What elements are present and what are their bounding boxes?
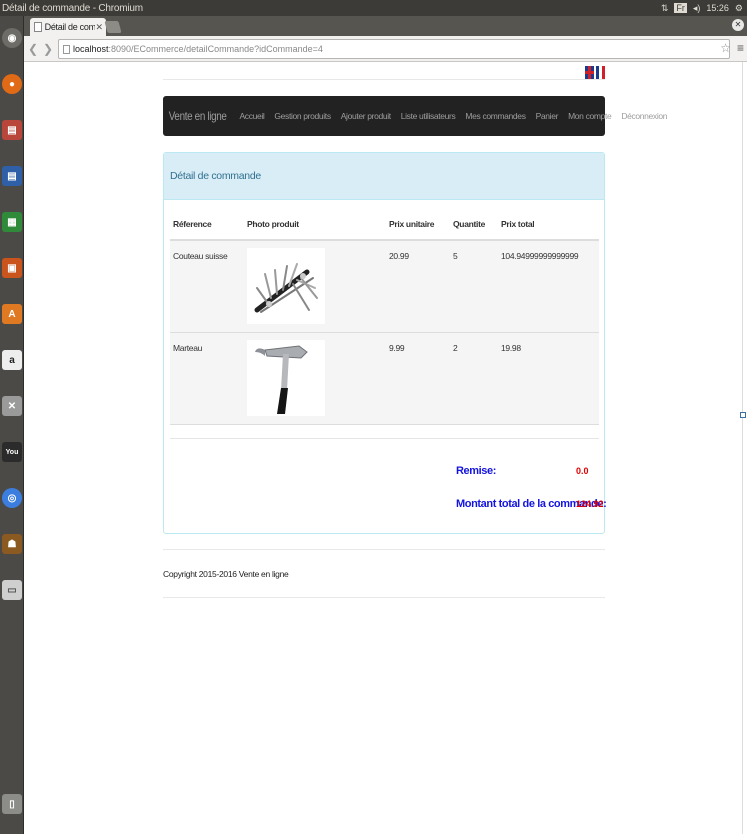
tab-strip: Détail de commande ✕ ✕ bbox=[24, 16, 747, 36]
table-header-row: Réference Photo produit Prix unitaire Qu… bbox=[170, 209, 599, 241]
table-row: Marteau 9.99 2 19.98 bbox=[170, 332, 599, 425]
impress-icon[interactable]: ▣ bbox=[2, 258, 22, 278]
nav-items: Accueil Gestion produits Ajouter produit… bbox=[234, 111, 672, 121]
cell-quantite: 2 bbox=[450, 332, 498, 425]
nav-panier[interactable]: Panier bbox=[531, 111, 563, 121]
col-prix-unitaire: Prix unitaire bbox=[386, 209, 450, 241]
software-center-icon[interactable]: A bbox=[2, 304, 22, 324]
clock[interactable]: 15:26 bbox=[706, 3, 729, 13]
amazon-icon[interactable]: a bbox=[2, 350, 22, 370]
tab-active[interactable]: Détail de commande ✕ bbox=[30, 18, 106, 36]
nav-ajouter-produit[interactable]: Ajouter produit bbox=[336, 111, 396, 121]
chromium-icon[interactable]: ◎ bbox=[2, 488, 22, 508]
os-top-bar: Détail de commande - Chromium ⇅ Fr ◂) 15… bbox=[0, 0, 747, 16]
page-viewport: Vente en ligne Accueil Gestion produits … bbox=[24, 62, 742, 834]
french-flag-icon[interactable] bbox=[596, 66, 605, 79]
address-bar[interactable]: localhost:8090/ECommerce/detailCommande?… bbox=[58, 39, 730, 59]
col-photo: Photo produit bbox=[244, 209, 386, 241]
cell-prix-unitaire: 20.99 bbox=[386, 240, 450, 333]
youtube-icon[interactable]: You bbox=[2, 442, 22, 462]
cell-quantite: 5 bbox=[450, 240, 498, 333]
nav-gestion-produits[interactable]: Gestion produits bbox=[269, 111, 335, 121]
files-icon[interactable]: ▤ bbox=[2, 120, 22, 140]
cell-photo bbox=[244, 240, 386, 333]
nav-mes-commandes[interactable]: Mes commandes bbox=[460, 111, 530, 121]
page-favicon-icon bbox=[34, 22, 42, 32]
remise-label: Remise: bbox=[456, 465, 496, 477]
cell-prix-total: 104.94999999999999 bbox=[498, 240, 599, 333]
window-title: Détail de commande - Chromium bbox=[2, 2, 143, 14]
network-icon[interactable]: ⇅ bbox=[661, 3, 669, 14]
tab-close-icon[interactable]: ✕ bbox=[95, 22, 103, 33]
col-quantite: Quantite bbox=[450, 209, 498, 241]
cell-photo bbox=[244, 332, 386, 425]
settings-gear-icon[interactable]: ⚙ bbox=[735, 3, 743, 14]
new-tab-button[interactable] bbox=[104, 21, 122, 33]
tab-title: Détail de commande bbox=[44, 22, 96, 32]
hammer-photo bbox=[247, 340, 325, 416]
footer-divider-bottom bbox=[163, 597, 605, 598]
col-reference: Réference bbox=[170, 209, 244, 241]
settings-icon[interactable]: ✕ bbox=[2, 396, 22, 416]
bookmark-star-icon[interactable]: ☆ bbox=[720, 41, 731, 55]
url-path: :8090/ECommerce/detailCommande?idCommand… bbox=[108, 44, 323, 54]
main-navbar: Vente en ligne Accueil Gestion produits … bbox=[163, 96, 667, 136]
back-arrow-icon[interactable]: ❮ bbox=[27, 41, 39, 57]
writer-icon[interactable]: ▤ bbox=[2, 166, 22, 186]
total-value: 124.92 bbox=[576, 499, 604, 509]
calc-icon[interactable]: ▦ bbox=[2, 212, 22, 232]
menu-icon[interactable]: ≡ bbox=[737, 41, 744, 55]
cell-reference: Couteau suisse bbox=[170, 240, 244, 333]
keyboard-indicator[interactable]: Fr bbox=[674, 3, 687, 13]
order-detail-panel: Détail de commande Réference Photo produ… bbox=[163, 152, 607, 534]
order-table: Réference Photo produit Prix unitaire Qu… bbox=[170, 209, 599, 425]
volume-icon[interactable]: ◂) bbox=[693, 3, 701, 14]
cell-reference: Marteau bbox=[170, 332, 244, 425]
panel-title: Détail de commande bbox=[164, 153, 604, 200]
table-row: Couteau suisse 20.99 5 104.9499999999999… bbox=[170, 240, 599, 333]
english-flag-icon[interactable] bbox=[585, 66, 594, 79]
footer-divider-top bbox=[163, 549, 605, 550]
game-icon[interactable]: ☗ bbox=[2, 534, 22, 554]
language-switcher bbox=[585, 66, 605, 79]
launcher: ◉ ● ▤ ▤ ▦ ▣ A a ✕ You ◎ ☗ ▭ ▯ bbox=[0, 16, 24, 834]
navbar-brand[interactable]: Vente en ligne bbox=[163, 109, 233, 123]
drive-icon[interactable]: ▭ bbox=[2, 580, 22, 600]
col-prix-total: Prix total bbox=[498, 209, 599, 241]
window-close-button[interactable]: ✕ bbox=[732, 19, 744, 31]
firefox-icon[interactable]: ● bbox=[2, 74, 22, 94]
browser-toolbar: ❮ ❯ C localhost:8090/ECommerce/detailCom… bbox=[24, 36, 747, 62]
page-icon bbox=[63, 44, 70, 54]
header-divider bbox=[163, 79, 605, 80]
nav-accueil[interactable]: Accueil bbox=[234, 111, 269, 121]
trash-icon[interactable]: ▯ bbox=[2, 794, 22, 814]
nav-deconnexion[interactable]: Déconnexion bbox=[616, 111, 672, 121]
copyright-text: Copyright 2015-2016 Vente en ligne bbox=[163, 569, 289, 579]
nav-liste-utilisateurs[interactable]: Liste utilisateurs bbox=[396, 111, 461, 121]
url-host: localhost bbox=[73, 44, 109, 54]
multitool-photo bbox=[247, 248, 325, 324]
dash-icon[interactable]: ◉ bbox=[2, 28, 22, 48]
cell-prix-unitaire: 9.99 bbox=[386, 332, 450, 425]
window-edge bbox=[742, 62, 747, 834]
system-tray: ⇅ Fr ◂) 15:26 ⚙ bbox=[661, 0, 743, 16]
resize-handle[interactable] bbox=[740, 412, 746, 418]
nav-mon-compte[interactable]: Mon compte bbox=[563, 111, 616, 121]
cell-prix-total: 19.98 bbox=[498, 332, 599, 425]
forward-arrow-icon[interactable]: ❯ bbox=[42, 41, 54, 57]
totals-divider bbox=[170, 438, 599, 439]
remise-value: 0.0 bbox=[576, 466, 589, 476]
